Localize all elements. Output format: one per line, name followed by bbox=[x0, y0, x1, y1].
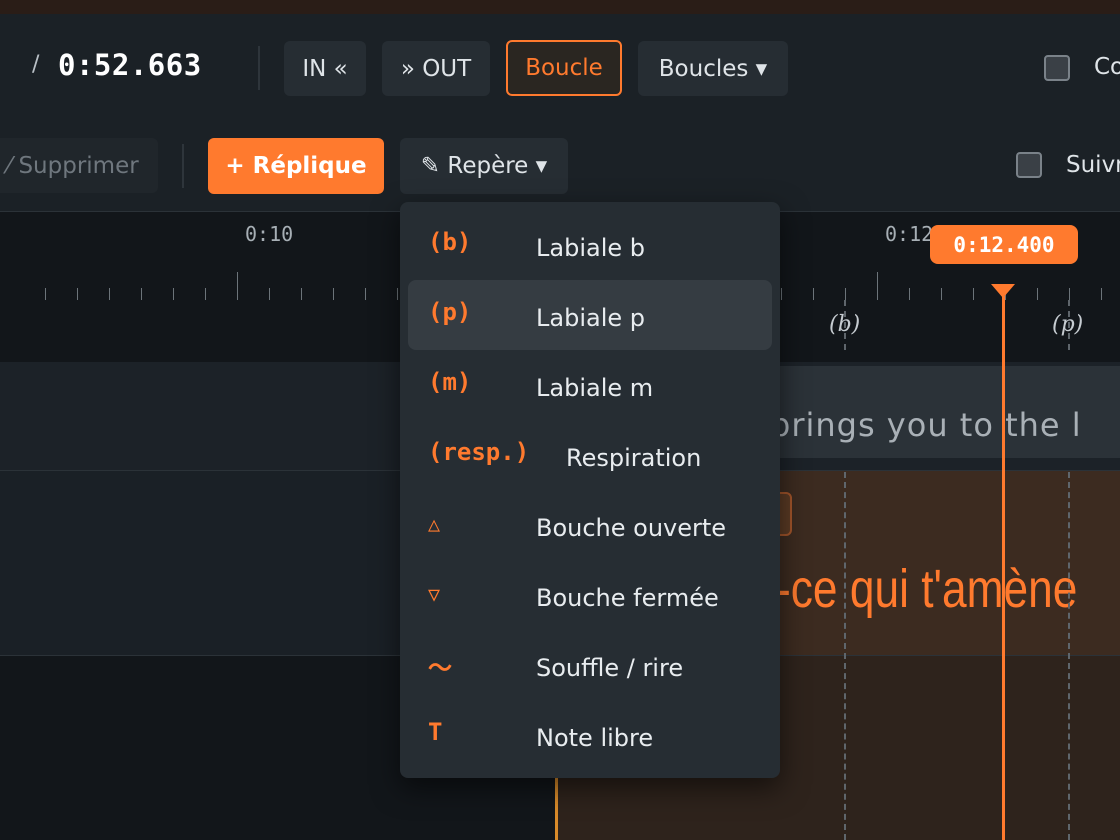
playhead-time-badge: 0:12.400 bbox=[930, 225, 1078, 264]
ruler-minor-tick bbox=[941, 288, 942, 300]
marker-guide-p bbox=[1068, 300, 1070, 350]
original-line-text: brings you to the l bbox=[770, 406, 1082, 444]
ruler-minor-tick bbox=[365, 288, 366, 300]
labial-m-symbol: (m) bbox=[428, 368, 472, 396]
menu-item-mouth-open[interactable]: △ Bouche ouverte bbox=[408, 490, 772, 560]
video-preview-strip bbox=[0, 0, 1120, 14]
ruler-minor-tick bbox=[1069, 288, 1070, 300]
ruler-major-tick bbox=[877, 272, 878, 300]
playhead-handle[interactable] bbox=[991, 284, 1015, 298]
menu-item-label: Note libre bbox=[536, 724, 654, 752]
follow-checkbox[interactable] bbox=[1016, 152, 1042, 178]
menu-item-label: Souffle / rire bbox=[536, 654, 684, 682]
duration-readout: 0:52.663 bbox=[58, 48, 202, 82]
ruler-minor-tick bbox=[909, 288, 910, 300]
marker-guide-b-lower bbox=[844, 472, 846, 840]
labial-b-symbol: (b) bbox=[428, 228, 472, 256]
toolbar-divider bbox=[258, 46, 260, 90]
set-in-button[interactable]: IN « bbox=[284, 41, 366, 96]
ruler-minor-tick bbox=[45, 288, 46, 300]
menu-item-label: Labiale m bbox=[536, 374, 654, 402]
menu-item-labial-b[interactable]: (b) Labiale b bbox=[408, 210, 772, 280]
menu-item-label: Labiale p bbox=[536, 304, 645, 332]
ruler-label-12s: 0:12 bbox=[885, 222, 934, 246]
menu-item-label: Bouche ouverte bbox=[536, 514, 727, 542]
ruler-minor-tick bbox=[781, 288, 782, 300]
option-checkbox[interactable] bbox=[1044, 55, 1070, 81]
toolbar-divider bbox=[182, 144, 184, 188]
marker-guide-b bbox=[844, 300, 846, 350]
tilde-icon: 〜 bbox=[428, 654, 452, 682]
marker-menu: (b) Labiale b (p) Labiale p (m) Labiale … bbox=[400, 202, 780, 778]
ruler-minor-tick bbox=[173, 288, 174, 300]
ruler-minor-tick bbox=[269, 288, 270, 300]
menu-item-label: Labiale b bbox=[536, 234, 645, 262]
menu-item-mouth-closed[interactable]: ▽ Bouche fermée bbox=[408, 560, 772, 630]
text-icon: T bbox=[428, 718, 443, 746]
breath-symbol: (resp.) bbox=[428, 438, 530, 466]
triangle-up-icon: △ bbox=[428, 512, 441, 536]
ruler-minor-tick bbox=[333, 288, 334, 300]
ruler-minor-tick bbox=[301, 288, 302, 300]
menu-item-label: Respiration bbox=[566, 444, 702, 472]
labial-p-symbol: (p) bbox=[428, 298, 472, 326]
add-line-button[interactable]: + Réplique bbox=[208, 138, 384, 194]
menu-item-free-note[interactable]: T Note libre bbox=[408, 700, 772, 770]
menu-item-breath[interactable]: (resp.) Respiration bbox=[408, 420, 772, 490]
ruler-minor-tick bbox=[973, 288, 974, 300]
menu-item-label: Bouche fermée bbox=[536, 584, 719, 612]
ruler-minor-tick bbox=[109, 288, 110, 300]
dub-line-text: -ce qui t'amène bbox=[776, 559, 1078, 619]
option-checkbox-label: Co bbox=[1094, 54, 1120, 80]
loops-dropdown-button[interactable]: Boucles ▾ bbox=[638, 41, 788, 96]
ruler-minor-tick bbox=[141, 288, 142, 300]
ruler-label-10s: 0:10 bbox=[245, 222, 294, 246]
ruler-minor-tick bbox=[1101, 288, 1102, 300]
menu-item-labial-p[interactable]: (p) Labiale p bbox=[408, 280, 772, 350]
ruler-minor-tick bbox=[397, 288, 398, 300]
follow-checkbox-label: Suivr bbox=[1066, 152, 1120, 178]
ruler-minor-tick bbox=[77, 288, 78, 300]
ruler-minor-tick bbox=[845, 288, 846, 300]
menu-item-breath-laugh[interactable]: 〜 Souffle / rire bbox=[408, 630, 772, 700]
menu-item-labial-m[interactable]: (m) Labiale m bbox=[408, 350, 772, 420]
loop-toggle-button[interactable]: Boucle bbox=[506, 40, 622, 96]
ruler-minor-tick bbox=[813, 288, 814, 300]
set-out-button[interactable]: » OUT bbox=[382, 41, 490, 96]
ruler-major-tick bbox=[237, 272, 238, 300]
time-separator: / bbox=[32, 52, 40, 77]
ruler-minor-tick bbox=[205, 288, 206, 300]
ruler-minor-tick bbox=[1037, 288, 1038, 300]
delete-button[interactable]: ⁄ Supprimer bbox=[0, 138, 158, 193]
marker-guide-p-lower bbox=[1068, 472, 1070, 840]
playhead-line[interactable] bbox=[1002, 296, 1005, 840]
marker-dropdown-button[interactable]: ✎ Repère ▾ bbox=[400, 138, 568, 194]
triangle-down-icon: ▽ bbox=[428, 582, 441, 606]
